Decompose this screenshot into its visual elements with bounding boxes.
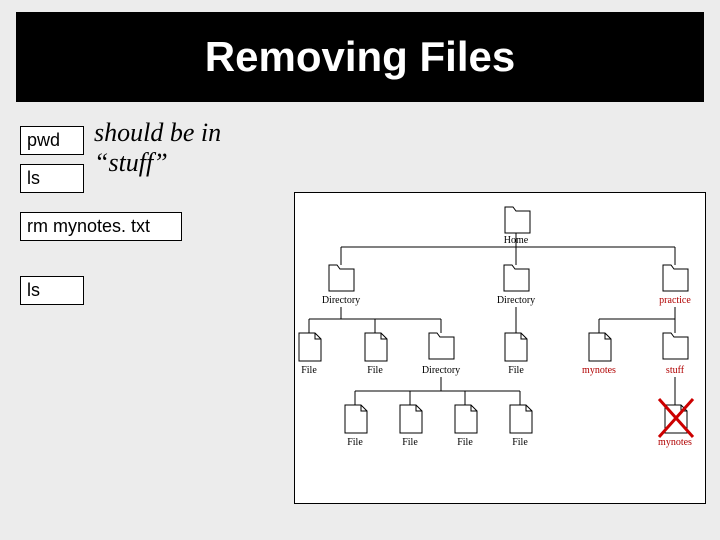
note-line-1: should be in — [94, 118, 221, 147]
label-stuff: stuff — [666, 365, 685, 376]
label-practice: practice — [659, 295, 691, 306]
label-home: Home — [504, 235, 529, 246]
cmd-rm: rm mynotes. txt — [20, 212, 182, 241]
label-dir1: Directory — [322, 295, 360, 306]
label-file-a: File — [301, 365, 317, 376]
label-file-d: File — [347, 437, 363, 448]
label-dir3: Directory — [422, 365, 460, 376]
file-icon — [455, 405, 477, 433]
folder-icon — [663, 333, 688, 359]
file-tree-svg: Home Directory Directory practice File F… — [295, 193, 705, 503]
label-file-f: File — [457, 437, 473, 448]
file-icon — [299, 333, 321, 361]
label-file-g: File — [512, 437, 528, 448]
slide-title: Removing Files — [16, 12, 704, 102]
file-icon — [589, 333, 611, 361]
folder-icon — [429, 333, 454, 359]
note-line-2: “stuff” — [94, 148, 168, 177]
file-icon — [400, 405, 422, 433]
folder-icon — [663, 265, 688, 291]
file-tree-panel: Home Directory Directory practice File F… — [294, 192, 706, 504]
label-file-e: File — [402, 437, 418, 448]
file-icon — [345, 405, 367, 433]
label-mynotes-2: mynotes — [658, 437, 692, 448]
cmd-pwd: pwd — [20, 126, 84, 155]
folder-icon — [505, 207, 530, 233]
folder-icon — [504, 265, 529, 291]
folder-icon — [329, 265, 354, 291]
file-icon — [505, 333, 527, 361]
file-icon — [510, 405, 532, 433]
annotation-note: should be in “stuff” — [94, 118, 221, 178]
label-file-c: File — [508, 365, 524, 376]
cmd-ls-2: ls — [20, 276, 84, 305]
label-file-b: File — [367, 365, 383, 376]
cmd-ls-1: ls — [20, 164, 84, 193]
label-mynotes-1: mynotes — [582, 365, 616, 376]
file-icon — [365, 333, 387, 361]
label-dir2: Directory — [497, 295, 535, 306]
